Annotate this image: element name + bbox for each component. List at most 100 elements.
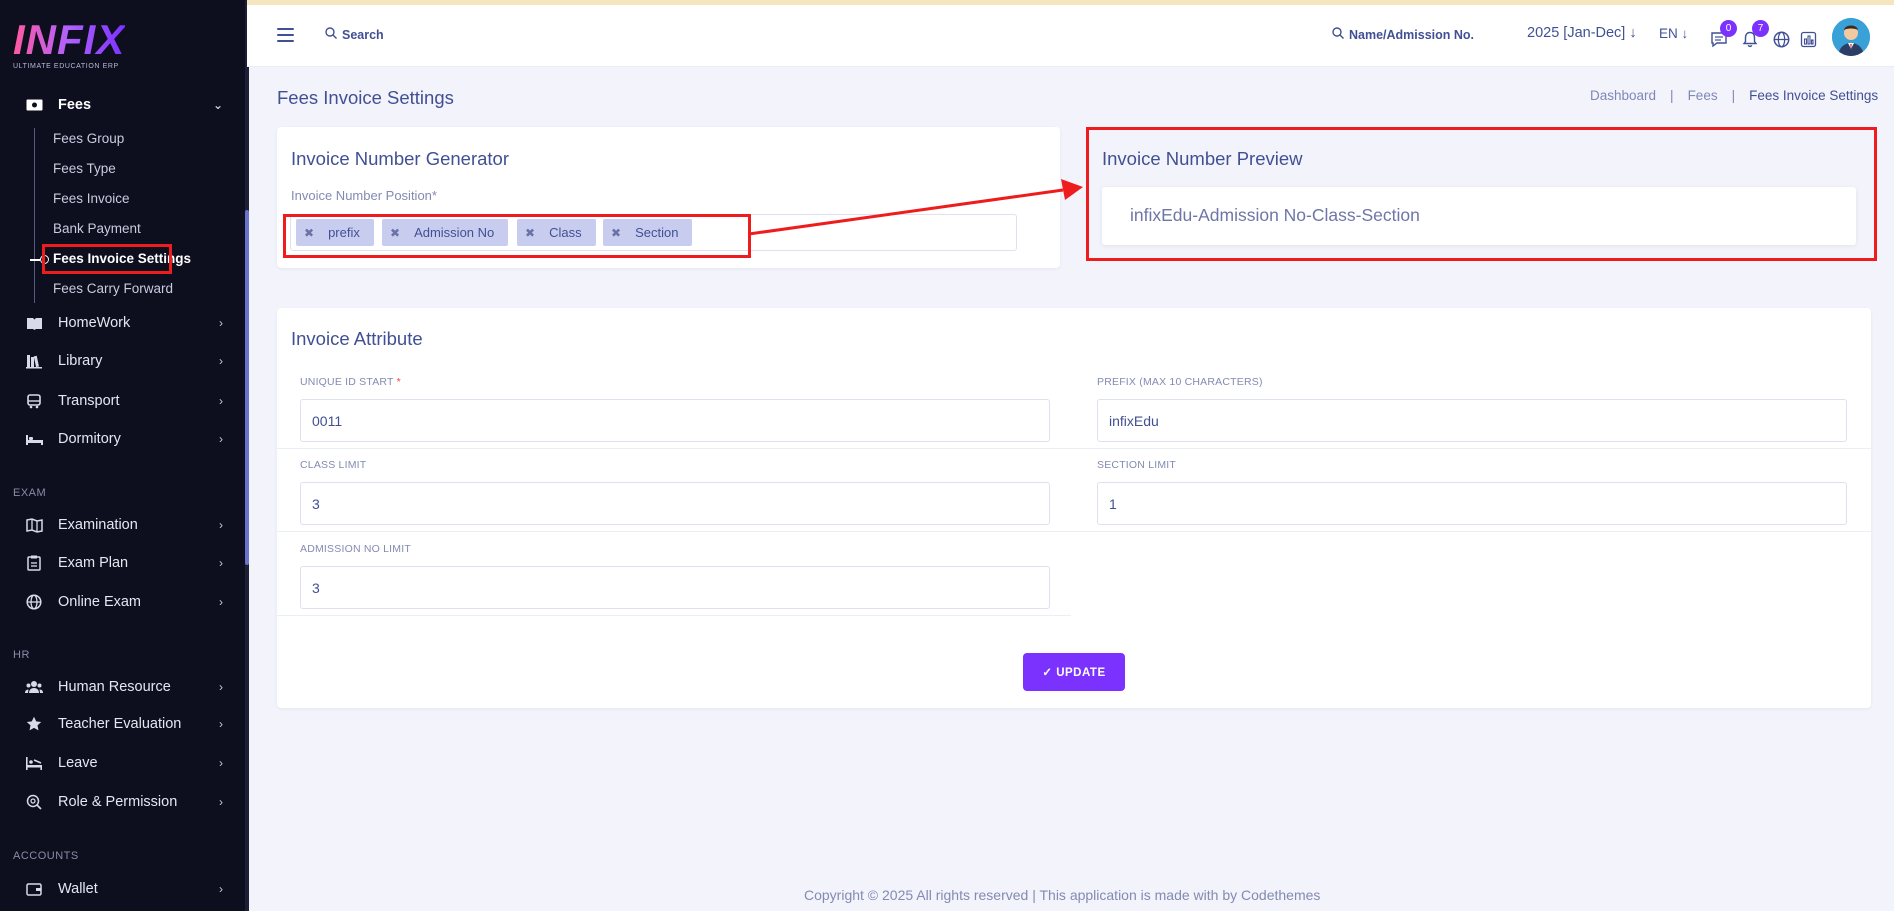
sidebar-item-label: HomeWork <box>58 315 131 331</box>
sidebar-subitem-fees-invoice[interactable]: Fees Invoice <box>53 188 130 210</box>
invoice-position-label: Invoice Number Position* <box>291 188 437 203</box>
messages-badge: 0 <box>1720 20 1737 37</box>
chevron-right-icon: › <box>219 717 223 731</box>
prefix-input[interactable]: infixEdu <box>1097 399 1847 442</box>
arrow-down-icon: ↓ <box>1629 25 1637 41</box>
chart-icon[interactable] <box>1798 29 1818 49</box>
section-limit-label: SECTION LIMIT <box>1097 459 1177 471</box>
sidebar-item-label: Fees <box>58 97 92 113</box>
search-box[interactable]: Search <box>325 27 384 42</box>
sidebar-item-label: Library <box>58 353 103 369</box>
sidebar-item-human-resource[interactable]: Human Resource › <box>0 671 245 703</box>
academic-year-select[interactable]: 2025 [Jan-Dec] ↓ <box>1527 25 1637 41</box>
admission-search-label: Name/Admission No. <box>1349 27 1475 42</box>
chevron-right-icon: › <box>219 394 223 408</box>
section-label-accounts: ACCOUNTS <box>13 850 79 862</box>
sidebar-item-examination[interactable]: Examination › <box>0 509 245 541</box>
prefix-label: PREFIX (MAX 10 CHARACTERS) <box>1097 376 1263 388</box>
class-limit-input[interactable]: 3 <box>300 482 1050 525</box>
sidebar-item-label: Dormitory <box>58 431 121 447</box>
invoice-attribute-title: Invoice Attribute <box>291 328 423 349</box>
logo-subtitle: ULTIMATE EDUCATION ERP <box>13 63 119 70</box>
language-select[interactable]: EN ↓ <box>1659 26 1688 41</box>
logo[interactable]: INFIX ULTIMATE EDUCATION ERP <box>13 18 125 71</box>
sidebar-item-label: Examination <box>58 517 138 533</box>
row-divider <box>277 531 1871 532</box>
invoice-generator-title: Invoice Number Generator <box>291 148 509 169</box>
sidebar-item-label: Human Resource <box>58 679 171 695</box>
breadcrumb-current: Fees Invoice Settings <box>1749 88 1879 103</box>
required-mark: * <box>396 376 401 388</box>
sidebar-item-transport[interactable]: Transport › <box>0 385 245 417</box>
sidebar-item-exam-plan[interactable]: Exam Plan › <box>0 547 245 579</box>
breadcrumb-fees[interactable]: Fees <box>1688 88 1718 103</box>
wallet-icon <box>25 880 43 898</box>
chevron-right-icon: › <box>219 316 223 330</box>
unique-id-label-text: UNIQUE ID START <box>300 376 394 388</box>
chevron-right-icon: › <box>219 556 223 570</box>
star-icon <box>25 715 43 733</box>
annotation-box-preview <box>1086 127 1877 261</box>
book-icon <box>25 314 43 332</box>
breadcrumb-separator: | <box>1670 88 1674 103</box>
sidebar-subitem-fees-carry-forward[interactable]: Fees Carry Forward <box>53 278 173 300</box>
arrow-down-icon: ↓ <box>1681 26 1689 41</box>
sidebar-item-online-exam[interactable]: Online Exam › <box>0 586 245 618</box>
search-label: Search <box>342 27 384 42</box>
user-avatar[interactable] <box>1832 18 1870 56</box>
submenu-line <box>34 128 35 303</box>
admission-limit-input[interactable]: 3 <box>300 566 1050 609</box>
sidebar-item-label: Role & Permission <box>58 794 178 810</box>
section-limit-input[interactable]: 1 <box>1097 482 1847 525</box>
unique-id-input[interactable]: 0011 <box>300 399 1050 442</box>
unique-id-label: UNIQUE ID START * <box>300 376 401 388</box>
leave-icon <box>25 754 43 772</box>
sidebar-item-library[interactable]: Library › <box>0 345 245 377</box>
update-button[interactable]: ✓ UPDATE <box>1023 653 1125 691</box>
sidebar-item-label: Teacher Evaluation <box>58 716 182 732</box>
breadcrumb-dashboard[interactable]: Dashboard <box>1590 88 1656 103</box>
chevron-down-icon: ⌄ <box>212 98 223 112</box>
top-header: Search Name/Admission No. 2025 [Jan-Dec]… <box>247 5 1894 67</box>
sidebar-subitem-bank-payment[interactable]: Bank Payment <box>53 218 141 240</box>
sidebar-item-label: Transport <box>58 393 120 409</box>
chevron-right-icon: › <box>219 432 223 446</box>
library-icon <box>25 352 43 370</box>
sidebar-scrollbar-thumb[interactable] <box>245 210 249 565</box>
annotation-box-sidebar <box>42 244 172 274</box>
sidebar-subitem-fees-group[interactable]: Fees Group <box>53 128 124 150</box>
map-icon <box>25 516 43 534</box>
globe-icon[interactable] <box>1771 29 1791 49</box>
globe-icon <box>25 593 43 611</box>
chevron-right-icon: › <box>219 595 223 609</box>
page-title: Fees Invoice Settings <box>277 87 454 108</box>
sidebar-item-fees[interactable]: Fees ⌄ <box>0 89 245 121</box>
money-icon <box>25 96 43 114</box>
sidebar-item-wallet[interactable]: Wallet › <box>0 873 245 905</box>
search-icon <box>1332 27 1344 42</box>
breadcrumb: Dashboard | Fees | Fees Invoice Settings <box>1590 88 1878 103</box>
sidebar: INFIX ULTIMATE EDUCATION ERP Fees ⌄ Fees… <box>0 0 247 911</box>
search-icon <box>325 27 337 42</box>
sidebar-item-homework[interactable]: HomeWork › <box>0 307 245 339</box>
sidebar-subitem-fees-type[interactable]: Fees Type <box>53 158 116 180</box>
sidebar-item-dormitory[interactable]: Dormitory › <box>0 423 245 455</box>
chevron-right-icon: › <box>219 518 223 532</box>
sidebar-item-teacher-evaluation[interactable]: Teacher Evaluation › <box>0 708 245 740</box>
sidebar-item-label: Leave <box>58 755 98 771</box>
hamburger-menu-icon[interactable] <box>277 28 294 42</box>
admission-search-box[interactable]: Name/Admission No. <box>1332 27 1474 42</box>
class-limit-label: CLASS LIMIT <box>300 459 367 471</box>
sidebar-item-label: Online Exam <box>58 594 142 610</box>
breadcrumb-separator: | <box>1731 88 1736 103</box>
bed-icon <box>25 430 43 448</box>
footer-copyright: Copyright © 2025 All rights reserved | T… <box>804 887 1321 903</box>
section-label-hr: HR <box>13 649 30 661</box>
sidebar-item-label: Exam Plan <box>58 555 129 571</box>
sidebar-item-role-permission[interactable]: Role & Permission › <box>0 786 245 818</box>
clipboard-icon <box>25 554 43 572</box>
row-divider <box>277 448 1871 449</box>
sidebar-item-leave[interactable]: Leave › <box>0 747 245 779</box>
row-divider <box>277 615 1071 616</box>
chevron-right-icon: › <box>219 795 223 809</box>
